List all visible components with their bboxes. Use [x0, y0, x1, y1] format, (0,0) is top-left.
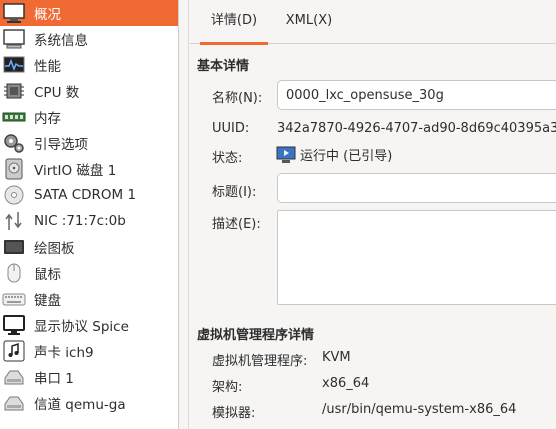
uuid-label: UUID:: [212, 121, 250, 136]
disk-icon: [2, 158, 26, 180]
title-label: 标题(I):: [212, 185, 257, 200]
hardware-sidebar: 概况 系统信息 性能 CPU 数 内存 引导选项 VirtIO 磁盘 1 SAT…: [0, 0, 179, 429]
sidebar-item-label: 绘图板: [34, 241, 75, 257]
sidebar-scroll-gutter: [179, 0, 189, 429]
name-label: 名称(N):: [212, 91, 263, 106]
display-icon: [2, 314, 26, 336]
tab-bar: 详情(D) XML(X): [190, 0, 556, 45]
uuid-value: 342a7870-4926-4707-ad90-8d69c40395a3: [277, 121, 556, 136]
mouse-icon: [2, 262, 26, 284]
channel-icon: [2, 392, 26, 414]
cdrom-icon: [2, 184, 26, 206]
performance-icon: [2, 54, 26, 76]
sidebar-item-label: 声卡 ich9: [34, 345, 94, 361]
emulator-label: 模拟器:: [212, 406, 256, 421]
hypervisor-label: 虚拟机管理程序:: [212, 354, 308, 369]
keyboard-icon: [2, 288, 26, 310]
sidebar-item-performance[interactable]: 性能: [0, 52, 178, 78]
running-monitor-icon: [276, 146, 296, 164]
tab-xml[interactable]: XML(X): [278, 0, 340, 44]
tablet-icon: [2, 236, 26, 258]
sidebar-item-mouse[interactable]: 鼠标: [0, 260, 178, 286]
overview-icon: [2, 2, 26, 24]
sidebar-item-virtio-disk[interactable]: VirtIO 磁盘 1: [0, 156, 178, 182]
sidebar-item-keyboard[interactable]: 键盘: [0, 286, 178, 312]
status-label: 状态:: [212, 151, 243, 166]
sidebar-item-label: 引导选项: [34, 137, 88, 153]
sidebar-item-label: CPU 数: [34, 85, 80, 101]
sidebar-item-label: SATA CDROM 1: [34, 187, 137, 203]
sidebar-item-tablet[interactable]: 绘图板: [0, 234, 178, 260]
sidebar-item-label: 系统信息: [34, 33, 88, 49]
serial-icon: [2, 366, 26, 388]
sidebar-item-label: VirtIO 磁盘 1: [34, 163, 117, 179]
tab-details[interactable]: 详情(D): [200, 0, 268, 45]
sidebar-item-display-spice[interactable]: 显示协议 Spice: [0, 312, 178, 338]
details-panel: 详情(D) XML(X) 基本详情 名称(N): UUID: 342a7870-…: [190, 0, 556, 429]
arch-label: 架构:: [212, 380, 243, 395]
description-field[interactable]: [277, 210, 556, 305]
sidebar-item-memory[interactable]: 内存: [0, 104, 178, 130]
sound-icon: [2, 340, 26, 362]
sidebar-item-label: 鼠标: [34, 267, 61, 283]
description-label: 描述(E):: [212, 217, 261, 232]
sidebar-item-label: 串口 1: [34, 371, 74, 387]
sidebar-item-cpu[interactable]: CPU 数: [0, 78, 178, 104]
sidebar-item-sata-cdrom[interactable]: SATA CDROM 1: [0, 182, 178, 208]
sidebar-item-label: 键盘: [34, 293, 61, 309]
sidebar-item-sound[interactable]: 声卡 ich9: [0, 338, 178, 364]
sidebar-item-label: 内存: [34, 111, 61, 127]
memory-icon: [2, 106, 26, 128]
basic-details-heading: 基本详情: [197, 59, 250, 74]
hypervisor-value: KVM: [322, 350, 351, 365]
sidebar-item-boot-options[interactable]: 引导选项: [0, 130, 178, 156]
sidebar-item-serial[interactable]: 串口 1: [0, 364, 178, 390]
sidebar-item-label: 信道 qemu-ga: [34, 397, 126, 413]
boot-options-icon: [2, 132, 26, 154]
emulator-value: /usr/bin/qemu-system-x86_64: [322, 402, 517, 417]
sidebar-item-nic[interactable]: NIC :71:7c:0b: [0, 208, 178, 234]
sidebar-item-channel[interactable]: 信道 qemu-ga: [0, 390, 178, 416]
name-field[interactable]: [277, 80, 556, 110]
title-field[interactable]: [277, 173, 556, 203]
sidebar-item-label: 性能: [34, 59, 61, 75]
network-icon: [2, 210, 26, 232]
sidebar-item-overview[interactable]: 概况: [0, 0, 178, 26]
arch-value: x86_64: [322, 376, 370, 391]
status-value: 运行中 (已引导): [300, 149, 393, 164]
sidebar-item-label: 概况: [34, 7, 61, 23]
sidebar-item-system-info[interactable]: 系统信息: [0, 26, 178, 52]
system-info-icon: [2, 28, 26, 50]
sidebar-item-label: NIC :71:7c:0b: [34, 213, 126, 229]
status-display: 运行中 (已引导): [276, 145, 392, 164]
hypervisor-details-heading: 虚拟机管理程序详情: [197, 328, 315, 343]
sidebar-item-label: 显示协议 Spice: [34, 319, 129, 335]
cpu-icon: [2, 80, 26, 102]
